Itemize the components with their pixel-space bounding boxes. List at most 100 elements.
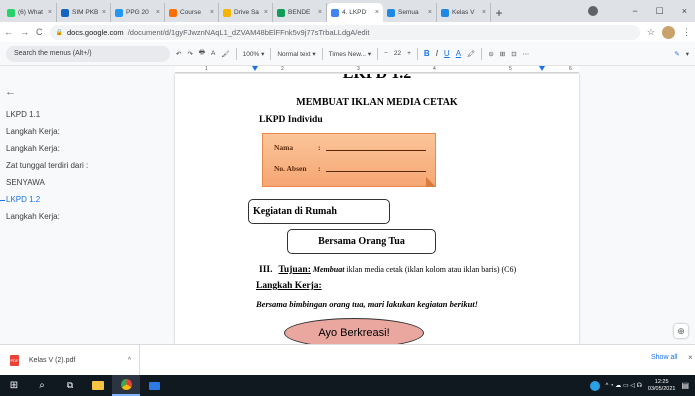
toolbar-divider bbox=[235, 47, 237, 60]
browser-tab[interactable]: Kelas V × bbox=[437, 3, 491, 22]
add-comment-side-button[interactable]: ⊕ bbox=[674, 324, 688, 338]
outline-item[interactable]: Langkah Kerja: bbox=[6, 144, 60, 153]
reload-icon[interactable]: C bbox=[36, 27, 43, 37]
clock[interactable]: 12:25 03/05/2021 bbox=[648, 379, 676, 393]
notifications-icon[interactable]: ▤ bbox=[681, 381, 689, 390]
decrease-font-size-button[interactable]: − bbox=[384, 50, 388, 57]
image-icon[interactable]: ⊡ bbox=[511, 50, 516, 58]
show-all-downloads-button[interactable]: Show all bbox=[651, 354, 677, 361]
toolbar-divider bbox=[377, 47, 379, 60]
undo-icon[interactable]: ↶ bbox=[176, 50, 181, 58]
close-window-icon[interactable]: × bbox=[682, 6, 687, 16]
outline-item[interactable]: LKPD 1.1 bbox=[6, 110, 40, 119]
italic-button[interactable]: I bbox=[436, 49, 438, 58]
print-icon[interactable]: 🖶 bbox=[199, 48, 205, 59]
tab-title: (6) What bbox=[18, 9, 43, 16]
maximize-icon[interactable]: ☐ bbox=[656, 6, 664, 17]
download-item[interactable]: PDF Kelas V (2).pdf ^ bbox=[10, 344, 140, 376]
zoom-select[interactable]: 100% ▾ bbox=[243, 50, 265, 58]
comment-icon[interactable]: ⊞ bbox=[500, 50, 505, 58]
more-icon[interactable]: ⋯ bbox=[523, 50, 530, 58]
outline-item[interactable]: Langkah Kerja: bbox=[6, 212, 60, 221]
close-tab-icon[interactable]: × bbox=[375, 9, 379, 16]
clock-time: 12:25 bbox=[654, 378, 669, 385]
tujuan-text: iklan media cetak (iklan kolom atau ikla… bbox=[346, 265, 517, 274]
close-tab-icon[interactable]: × bbox=[48, 9, 52, 16]
browser-tab[interactable]: Semua × bbox=[383, 3, 437, 22]
browser-tab[interactable]: 4. LKPD × bbox=[327, 3, 383, 22]
back-icon[interactable]: ← bbox=[4, 27, 13, 37]
close-tab-icon[interactable]: × bbox=[156, 9, 160, 16]
close-tab-icon[interactable]: × bbox=[428, 9, 432, 16]
style-select[interactable]: Normal text ▾ bbox=[277, 50, 315, 58]
editing-mode-pencil-icon[interactable]: ✎ bbox=[674, 50, 679, 58]
tray-icons[interactable]: ^ ◔ ☁ ▭ ◁ ☊ bbox=[606, 382, 642, 389]
tab-title: Course bbox=[180, 9, 201, 16]
browser-tab[interactable]: BENDE × bbox=[273, 3, 327, 22]
network-status-icon[interactable] bbox=[589, 380, 600, 391]
chevron-down-icon: ▾ bbox=[312, 50, 316, 58]
chrome-icon[interactable] bbox=[112, 375, 140, 396]
chevron-up-icon[interactable]: ^ bbox=[128, 357, 139, 364]
close-tab-icon[interactable]: × bbox=[102, 9, 106, 16]
close-tab-icon[interactable]: × bbox=[264, 9, 268, 16]
close-downloads-icon[interactable]: × bbox=[688, 353, 693, 362]
file-explorer-icon[interactable] bbox=[84, 375, 112, 396]
task-view-icon[interactable]: ⧉ bbox=[56, 375, 84, 396]
new-tab-button[interactable]: + bbox=[491, 3, 507, 22]
outline-item[interactable]: LKPD 1.2 bbox=[6, 195, 40, 204]
profile-icon[interactable] bbox=[588, 6, 598, 16]
browser-tab[interactable]: Drive Sa × bbox=[219, 3, 273, 22]
nama-row: Nama : bbox=[274, 143, 426, 152]
menu-icon[interactable]: ⋮ bbox=[682, 27, 691, 38]
browser-tab[interactable]: (6) What × bbox=[3, 3, 57, 22]
highlight-icon[interactable]: 🖍 bbox=[467, 50, 475, 58]
text-color-button[interactable]: A bbox=[456, 49, 461, 58]
menu-search-input[interactable]: Search the menus (Alt+/) bbox=[6, 45, 170, 62]
font-size-input[interactable]: 22 bbox=[394, 50, 401, 57]
ruler[interactable]: 1 2 3 4 5 6 bbox=[175, 66, 579, 73]
avatar[interactable] bbox=[662, 25, 675, 39]
indent-marker-icon[interactable] bbox=[252, 66, 258, 71]
spellcheck-icon[interactable]: A bbox=[211, 50, 215, 57]
browser-tab[interactable]: SIM PKB × bbox=[57, 3, 111, 22]
outline-item[interactable]: SENYAWA bbox=[6, 178, 45, 187]
forward-icon[interactable]: → bbox=[20, 27, 29, 37]
document-page[interactable]: LKPD 1.2 MEMBUAT IKLAN MEDIA CETAK LKPD … bbox=[175, 74, 579, 344]
font-select[interactable]: Times New... ▾ bbox=[329, 50, 371, 58]
outline-item[interactable]: Zat tunggal terdiri dari : bbox=[6, 161, 88, 170]
tab-title: 4. LKPD bbox=[342, 9, 367, 16]
docs-icon bbox=[331, 8, 339, 17]
url-host: docs.google.com bbox=[66, 27, 124, 37]
underline-button[interactable]: U bbox=[444, 49, 450, 58]
tab-title: BENDE bbox=[288, 9, 311, 16]
minimize-icon[interactable]: − bbox=[632, 6, 637, 16]
browser-tab[interactable]: PPG 20 × bbox=[111, 3, 165, 22]
redo-icon[interactable]: ↷ bbox=[187, 50, 192, 58]
zoom-value: 100% bbox=[242, 50, 260, 58]
paint-format-icon[interactable]: 🖌 bbox=[221, 50, 229, 58]
chevron-down-icon[interactable]: ▾ bbox=[686, 50, 689, 58]
individu-label: LKPD Individu bbox=[259, 115, 323, 125]
mail-icon[interactable] bbox=[140, 375, 168, 396]
windows-start-icon[interactable]: ⊞ bbox=[0, 375, 28, 396]
search-icon[interactable]: ⌕ bbox=[28, 375, 56, 396]
absen-blank-line bbox=[326, 171, 426, 172]
absen-row: No. Absen : bbox=[274, 164, 426, 173]
kegiatan-rumah-box: Kegiatan di Rumah bbox=[248, 199, 390, 224]
close-outline-icon[interactable]: ← bbox=[5, 86, 16, 98]
close-tab-icon[interactable]: × bbox=[210, 9, 214, 16]
outline-item[interactable]: Langkah Kerja: bbox=[6, 127, 60, 136]
document-subtitle: MEMBUAT IKLAN MEDIA CETAK bbox=[296, 97, 458, 108]
close-tab-icon[interactable]: × bbox=[482, 9, 486, 16]
tab-title: PPG 20 bbox=[126, 9, 149, 16]
chevron-down-icon: ▾ bbox=[261, 50, 265, 58]
close-tab-icon[interactable]: × bbox=[318, 9, 322, 16]
bold-button[interactable]: B bbox=[424, 49, 430, 58]
right-indent-marker-icon[interactable] bbox=[539, 66, 545, 71]
bookmark-star-icon[interactable]: ☆ bbox=[647, 27, 655, 38]
browser-tab[interactable]: Course × bbox=[165, 3, 219, 22]
link-icon[interactable]: ⊝ bbox=[488, 50, 493, 58]
increase-font-size-button[interactable]: + bbox=[407, 50, 411, 57]
url-input[interactable]: 🔒 docs.google.com/document/d/1gyFJwznNAq… bbox=[49, 24, 640, 40]
